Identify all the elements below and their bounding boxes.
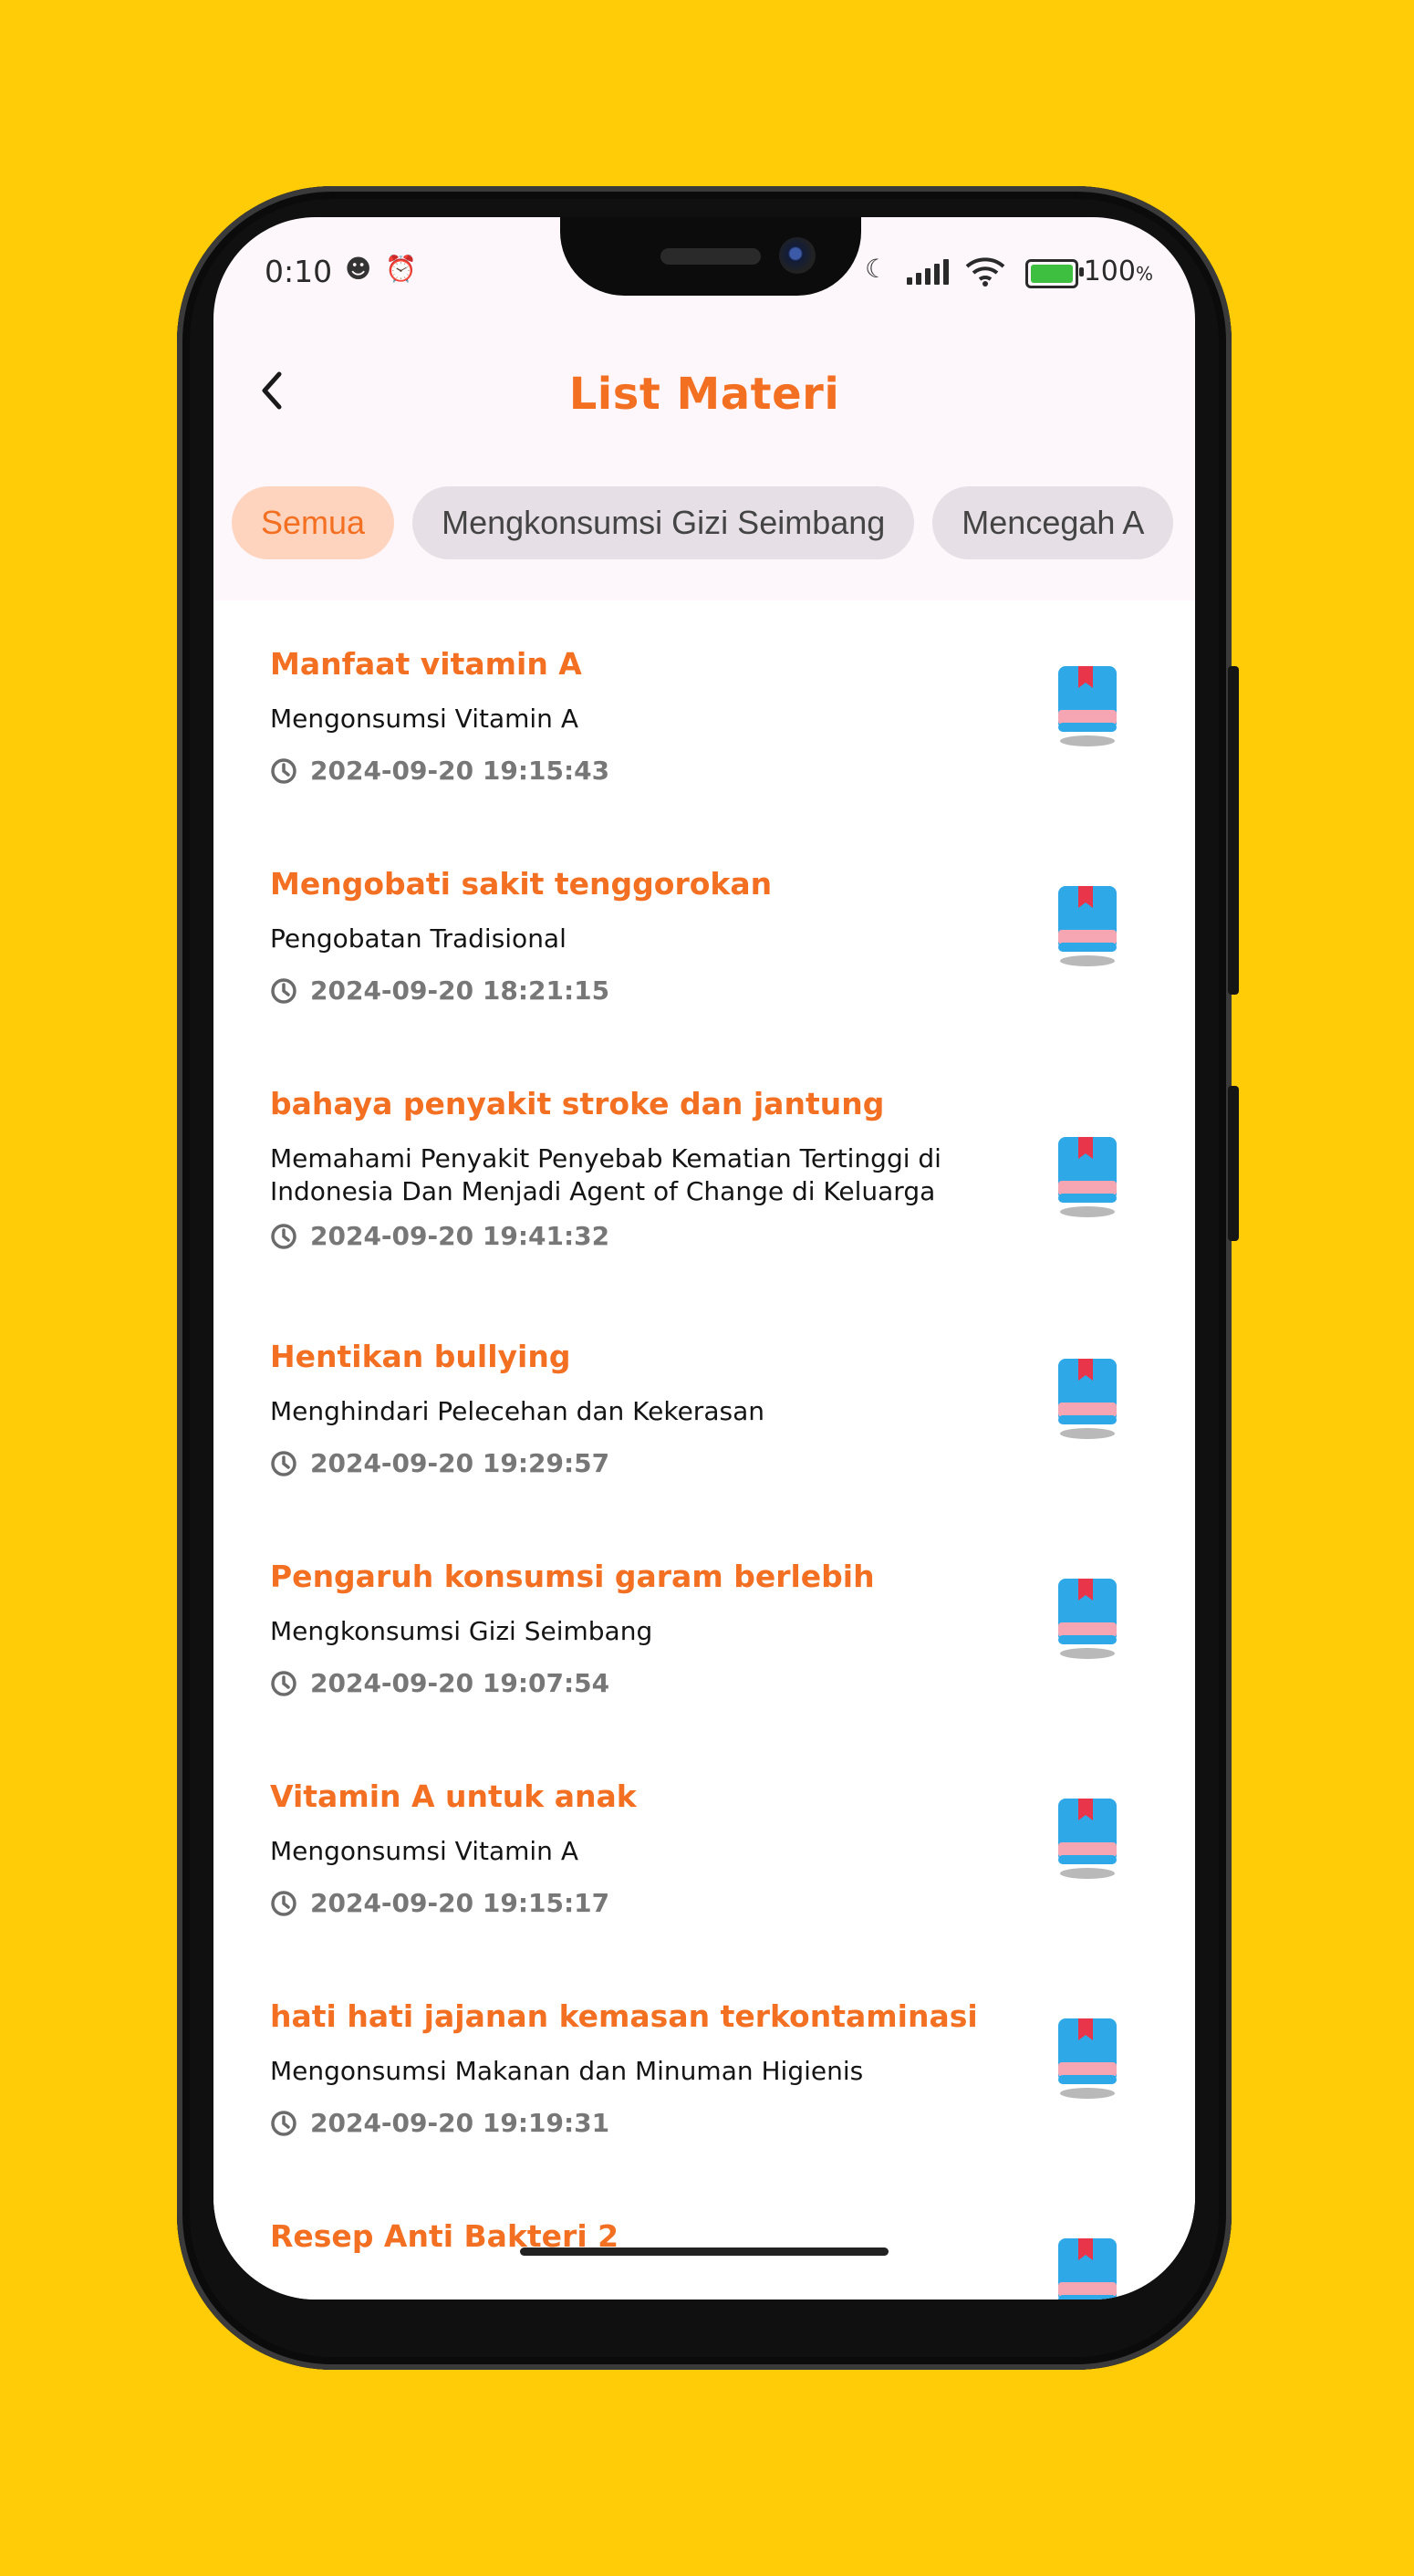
page-title: List Materi [568, 369, 840, 420]
clock-icon [271, 1891, 296, 1916]
material-title: Manfaat vitamin A [270, 646, 582, 682]
filter-chip[interactable]: Mencegah A [932, 486, 1174, 559]
signal-icon [907, 259, 951, 285]
front-camera [779, 237, 816, 274]
clock-icon [271, 1224, 296, 1249]
filter-chip[interactable]: Semua [232, 486, 395, 559]
material-list: Manfaat vitamin A Mengonsumsi Vitamin A 20… [213, 600, 1195, 2300]
book-icon [1055, 1795, 1120, 1882]
battery-level [1031, 265, 1073, 283]
material-title: bahaya penyakit stroke dan jantung [270, 1086, 885, 1121]
material-date-text: 2024-09-20 19:41:32 [310, 1221, 610, 1251]
book-icon [1055, 1133, 1120, 1221]
material-date-text: 2024-09-20 19:29:57 [310, 1448, 610, 1478]
battery-icon [1025, 259, 1084, 288]
material-date-text: 2024-09-20 18:21:15 [310, 975, 610, 1006]
wifi-icon [965, 257, 1005, 287]
material-date-text: 2024-09-20 19:15:17 [310, 1888, 610, 1918]
material-date: 2024-09-20 19:19:31 [270, 2108, 609, 2138]
clock-icon [271, 758, 296, 784]
filter-chip[interactable]: Mengkonsumsi Gizi Seimbang [412, 486, 915, 559]
status-time: 0:10 [265, 254, 333, 289]
battery-percent-value: 100 [1083, 256, 1136, 287]
material-category: Pengobatan Tradisional [270, 923, 567, 954]
material-title: Mengobati sakit tenggorokan [270, 866, 773, 902]
notification-icon: ☻ [345, 254, 372, 284]
material-date: 2024-09-20 19:15:17 [270, 1888, 609, 1918]
home-indicator[interactable] [520, 2247, 889, 2256]
material-date-text: 2024-09-20 19:19:31 [310, 2108, 610, 2138]
material-date-text: 2024-09-20 19:07:54 [310, 1668, 610, 1698]
alarm-icon: ⏰ [385, 254, 417, 284]
material-date: 2024-09-20 19:15:43 [270, 756, 609, 786]
app-header: List Materi [213, 318, 1195, 445]
book-icon [1055, 882, 1120, 970]
material-category: Mengonsumsi Vitamin A [270, 704, 578, 734]
book-icon [1055, 2015, 1120, 2102]
book-icon [1055, 662, 1120, 750]
material-category: Mengonsumsi Vitamin A [270, 1836, 578, 1866]
clock-icon [271, 2111, 296, 2136]
material-category: Menghindari Pelecehan dan Kekerasan [270, 1396, 764, 1426]
category-filter-bar: Semua Mengkonsumsi Gizi Seimbang Mencegah … [232, 486, 1191, 559]
material-date: 2024-09-20 19:07:54 [270, 1668, 609, 1698]
battery-percent-unit: % [1135, 263, 1153, 285]
material-date: 2024-09-20 19:41:32 [270, 1221, 609, 1251]
book-icon [1055, 2235, 1120, 2300]
power-button [1228, 1086, 1239, 1241]
clock-icon [271, 978, 296, 1004]
material-date: 2024-09-20 19:29:57 [270, 1448, 609, 1478]
volume-button [1228, 666, 1239, 995]
notch [560, 217, 861, 296]
material-category: Memahami Penyakit Penyebab Kematian Tert… [270, 1143, 941, 1206]
book-icon [1055, 1575, 1120, 1663]
material-title: hati hati jajanan kemasan terkontaminasi [270, 1998, 978, 2034]
phone-screen: 0:10 ☻ ⏰ ☾ 100% List Materi Semua Mengkon… [213, 217, 1195, 2300]
material-date: 2024-09-20 18:21:15 [270, 975, 609, 1006]
material-date-text: 2024-09-20 19:15:43 [310, 756, 610, 786]
clock-icon [271, 1671, 296, 1696]
book-icon [1055, 1355, 1120, 1443]
material-title: Pengaruh konsumsi garam berlebih [270, 1559, 875, 1594]
earpiece-speaker [660, 248, 761, 265]
material-category: Mengkonsumsi Gizi Seimbang [270, 1616, 653, 1646]
material-title: Hentikan bullying [270, 1339, 571, 1374]
battery-percent: 100% [1084, 256, 1153, 287]
clock-icon [271, 1451, 296, 1476]
material-title: Vitamin A untuk anak [270, 1778, 637, 1814]
material-category: Mengonsumsi Makanan dan Minuman Higienis [270, 2056, 864, 2086]
moon-icon: ☾ [865, 254, 889, 284]
